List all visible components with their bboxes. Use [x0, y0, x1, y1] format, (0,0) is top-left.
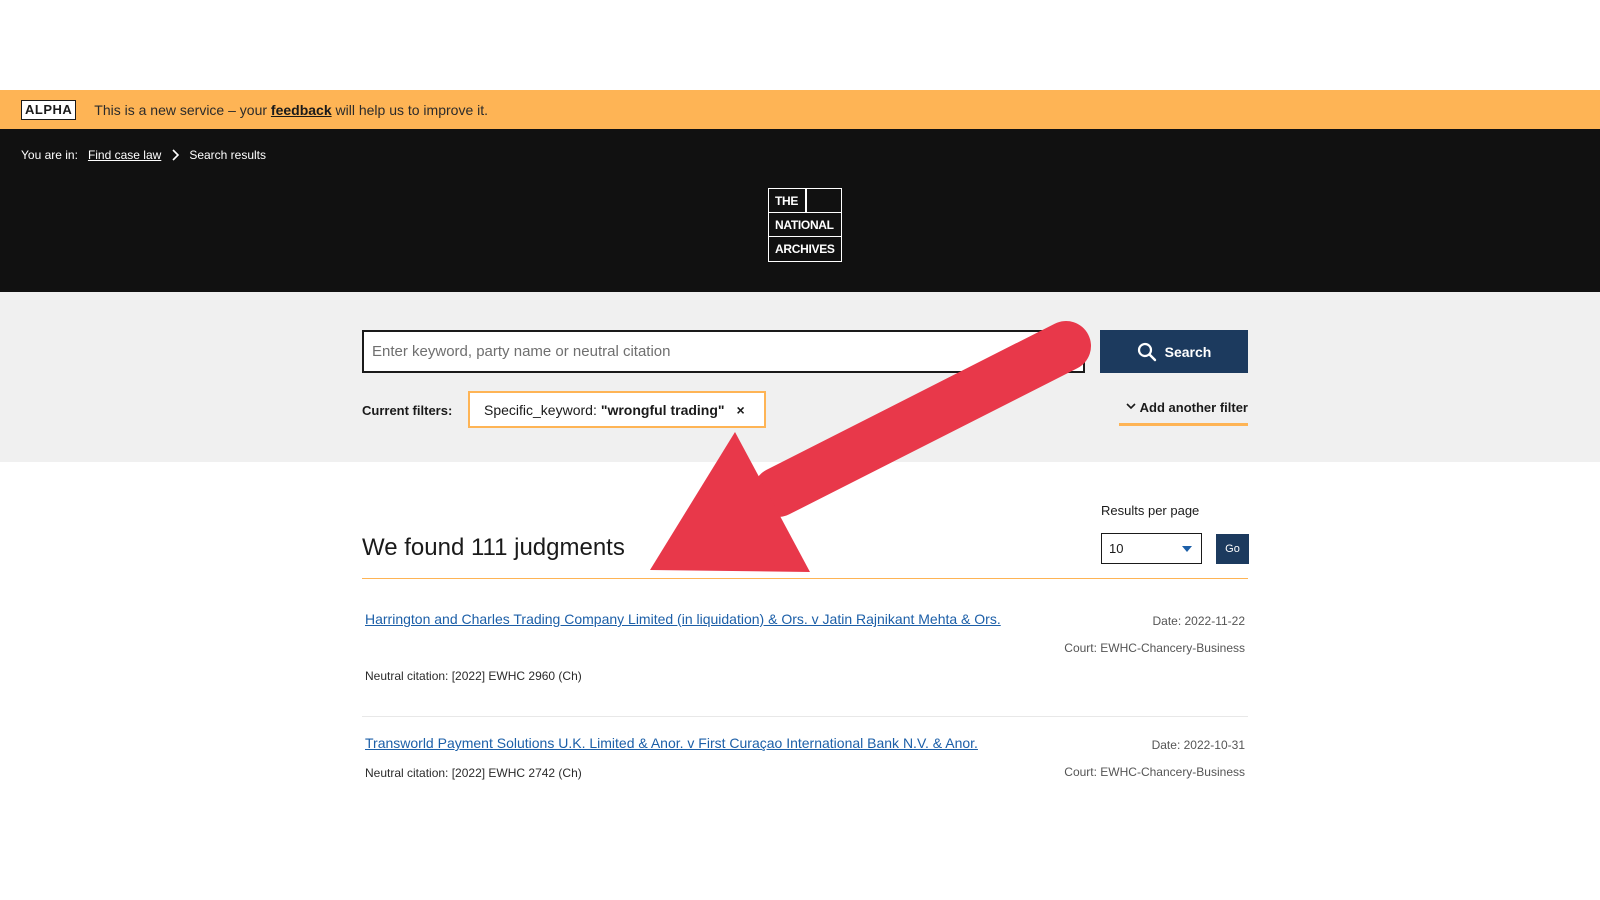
feedback-link[interactable]: feedback: [271, 102, 332, 118]
results-per-page-select[interactable]: 10: [1101, 533, 1202, 564]
logo-line-national: NATIONAL: [769, 213, 841, 237]
result-date: Date: 2022-11-22: [1152, 614, 1245, 628]
alpha-tag: ALPHA: [21, 99, 77, 120]
breadcrumb-prefix: You are in:: [21, 148, 78, 162]
search-panel: Search Current filters: Specific_keyword…: [0, 292, 1600, 462]
go-button[interactable]: Go: [1216, 534, 1249, 564]
breadcrumb-current: Search results: [189, 148, 267, 162]
filter-key: Specific_keyword:: [484, 401, 597, 418]
result-title-link[interactable]: Harrington and Charles Trading Company L…: [365, 606, 1015, 633]
alpha-banner: ALPHA This is a new service – your feedb…: [0, 90, 1600, 129]
result-court: Court: EWHC-Chancery-Business: [1064, 641, 1245, 655]
site-header: You are in: Find case law Search results…: [0, 129, 1600, 292]
result-date: Date: 2022-10-31: [1151, 738, 1245, 752]
results-per-page-label: Results per page: [1101, 503, 1200, 518]
results-per-page-value: 10: [1109, 541, 1124, 556]
logo-divider: [805, 189, 807, 213]
add-filter-label: Add another filter: [1139, 400, 1248, 415]
breadcrumb: You are in: Find case law Search results: [21, 148, 266, 162]
remove-filter-icon[interactable]: ×: [737, 402, 745, 418]
result-item: Transworld Payment Solutions U.K. Limite…: [362, 730, 1248, 790]
result-court: Court: EWHC-Chancery-Business: [1064, 765, 1245, 779]
logo-line-archives: ARCHIVES: [769, 237, 841, 260]
chevron-down-icon: [1126, 403, 1136, 410]
logo-text-the: THE: [775, 193, 799, 208]
result-item: Harrington and Charles Trading Company L…: [362, 606, 1248, 686]
alpha-banner-text: This is a new service – your feedback wi…: [94, 102, 488, 118]
result-title-link[interactable]: Transworld Payment Solutions U.K. Limite…: [365, 730, 1065, 757]
current-filters-label: Current filters:: [362, 403, 453, 418]
result-citation: Neutral citation: [2022] EWHC 2742 (Ch): [365, 766, 582, 780]
add-another-filter-button[interactable]: Add another filter: [1119, 400, 1248, 426]
results-divider: [362, 578, 1248, 579]
search-icon: [1137, 342, 1156, 361]
national-archives-logo[interactable]: THE NATIONAL ARCHIVES: [768, 188, 842, 262]
logo-text-national: NATIONAL: [775, 217, 834, 232]
filter-chip-specific-keyword: Specific_keyword: "wrongful trading" ×: [468, 391, 766, 428]
breadcrumb-find-case-law-link[interactable]: Find case law: [88, 148, 161, 162]
logo-text-archives: ARCHIVES: [775, 241, 835, 256]
alpha-text-after: will help us to improve it.: [335, 101, 489, 118]
alpha-text-before: This is a new service – your: [94, 101, 268, 118]
result-separator: [362, 716, 1248, 717]
dropdown-caret-icon: [1182, 546, 1192, 552]
search-input[interactable]: [362, 330, 1085, 373]
filter-value: "wrongful trading": [600, 401, 725, 418]
page: ALPHA This is a new service – your feedb…: [0, 0, 1600, 900]
results-count-heading: We found 111 judgments: [362, 534, 625, 561]
search-button[interactable]: Search: [1100, 330, 1248, 373]
result-citation: Neutral citation: [2022] EWHC 2960 (Ch): [365, 669, 582, 683]
chevron-right-icon: [172, 149, 180, 161]
search-button-label: Search: [1164, 343, 1212, 360]
